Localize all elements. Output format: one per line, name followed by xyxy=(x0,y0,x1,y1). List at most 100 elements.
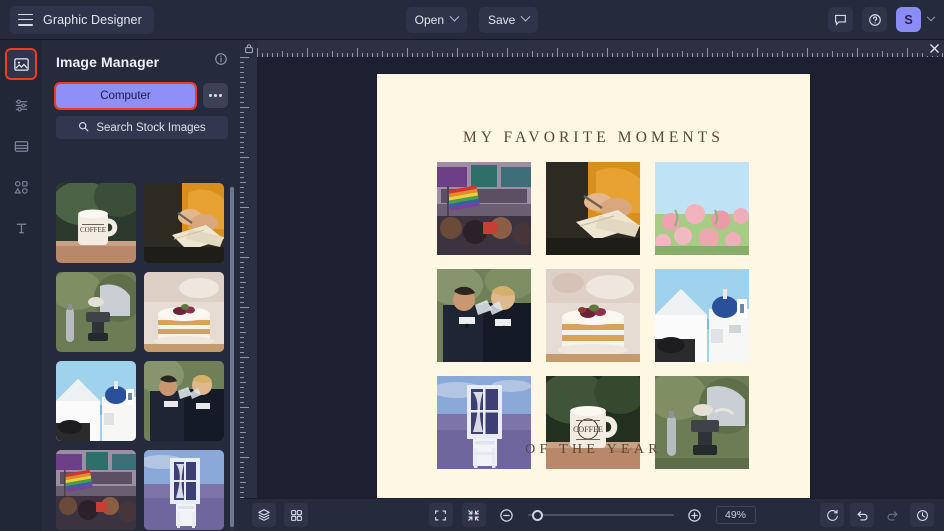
top-center-actions: Open Save xyxy=(0,7,944,33)
ruler-tick xyxy=(240,467,244,468)
comment-icon[interactable] xyxy=(828,7,853,32)
undo-icon[interactable] xyxy=(850,503,874,527)
ruler-tick xyxy=(240,417,244,418)
ruler-tick xyxy=(240,357,249,358)
ruler-tick xyxy=(240,92,244,93)
collapse-icon[interactable] xyxy=(462,503,486,527)
photo-cell[interactable] xyxy=(655,162,749,255)
ruler-tick xyxy=(240,447,244,448)
ruler-tick xyxy=(240,107,249,108)
fit-screen-icon[interactable] xyxy=(429,503,453,527)
artboard-title[interactable]: MY FAVORITE MOMENTS xyxy=(377,129,810,147)
ruler-tick xyxy=(240,482,246,483)
ruler-tick xyxy=(240,362,244,363)
avatar[interactable]: S xyxy=(896,7,921,32)
photo-cell[interactable] xyxy=(437,162,531,255)
photo-cell[interactable] xyxy=(546,162,640,255)
ruler-tick xyxy=(240,237,244,238)
ruler-tick xyxy=(907,48,908,57)
ruler-tick xyxy=(240,347,244,348)
vertical-ruler[interactable] xyxy=(240,57,257,498)
ruler-tick xyxy=(240,292,244,293)
list-item[interactable] xyxy=(144,361,224,441)
horizontal-ruler[interactable] xyxy=(257,40,944,57)
ruler-tick xyxy=(240,222,244,223)
ruler-lock-button[interactable] xyxy=(240,40,257,57)
chevron-down-icon xyxy=(450,12,460,22)
refresh-icon[interactable] xyxy=(820,503,844,527)
ruler-tick xyxy=(240,452,244,453)
slider-track xyxy=(528,514,674,516)
ruler-tick xyxy=(657,48,658,57)
ruler-tick xyxy=(240,407,249,408)
list-item[interactable] xyxy=(144,450,224,530)
canvas-stage: MY FAVORITE MOMENTS xyxy=(240,40,944,498)
more-options-icon[interactable] xyxy=(203,83,228,108)
zoom-out-icon[interactable] xyxy=(495,503,519,527)
list-item[interactable] xyxy=(144,183,224,263)
ruler-tick xyxy=(240,57,249,58)
artboard[interactable]: MY FAVORITE MOMENTS xyxy=(377,74,810,498)
sidebar-item-text[interactable] xyxy=(7,214,35,242)
close-icon[interactable] xyxy=(927,41,942,56)
info-icon[interactable] xyxy=(214,52,228,71)
ruler-tick xyxy=(240,147,244,148)
chevron-down-icon[interactable] xyxy=(927,12,935,20)
sidebar-item-shapes[interactable] xyxy=(7,173,35,201)
ruler-tick xyxy=(240,162,244,163)
zoom-in-icon[interactable] xyxy=(683,503,707,527)
ruler-tick xyxy=(240,87,244,88)
computer-button[interactable]: Computer xyxy=(56,84,195,108)
save-button[interactable]: Save xyxy=(479,7,538,33)
ruler-tick xyxy=(240,332,246,333)
canvas-viewport[interactable]: MY FAVORITE MOMENTS xyxy=(257,57,944,498)
top-right-actions: S xyxy=(828,7,934,32)
photo-cell[interactable] xyxy=(437,269,531,362)
ruler-tick xyxy=(240,252,244,253)
ruler-tick xyxy=(240,112,244,113)
ruler-tick xyxy=(240,462,244,463)
zoom-slider[interactable] xyxy=(528,509,674,521)
ruler-tick xyxy=(240,277,244,278)
ruler-tick xyxy=(240,227,244,228)
help-icon[interactable] xyxy=(862,7,887,32)
list-item[interactable] xyxy=(56,272,136,352)
ruler-tick xyxy=(240,327,244,328)
ruler-tick xyxy=(240,212,244,213)
list-item[interactable] xyxy=(56,361,136,441)
ruler-tick xyxy=(240,167,244,168)
list-item[interactable] xyxy=(144,272,224,352)
sidebar-item-templates[interactable] xyxy=(7,132,35,160)
ruler-tick xyxy=(240,442,244,443)
ruler-tick xyxy=(557,48,558,57)
sidebar-item-adjustments[interactable] xyxy=(7,91,35,119)
thumbnail-grid: COFFEE xyxy=(56,183,232,531)
ruler-tick xyxy=(307,48,308,57)
ruler-tick xyxy=(240,272,244,273)
sidebar-item-image-manager[interactable] xyxy=(7,50,35,78)
scrollbar-thumb[interactable] xyxy=(230,187,234,527)
ruler-tick xyxy=(240,192,244,193)
ruler-tick xyxy=(240,312,244,313)
open-label: Open xyxy=(415,13,444,27)
slider-handle[interactable] xyxy=(532,510,543,521)
history-icon[interactable] xyxy=(910,503,934,527)
ruler-tick xyxy=(357,48,358,57)
zoom-level-value[interactable]: 49% xyxy=(716,506,756,524)
redo-icon[interactable] xyxy=(880,503,904,527)
photo-cell[interactable] xyxy=(655,269,749,362)
photo-cell[interactable] xyxy=(546,269,640,362)
ruler-tick xyxy=(240,367,244,368)
panel-scrollbar[interactable] xyxy=(230,185,234,531)
ruler-tick xyxy=(240,152,244,153)
ruler-tick xyxy=(757,48,758,57)
ruler-tick xyxy=(240,67,244,68)
ruler-tick xyxy=(240,487,244,488)
artboard-subtitle[interactable]: OF THE YEAR xyxy=(377,442,810,458)
list-item[interactable]: COFFEE xyxy=(56,183,136,263)
ruler-tick xyxy=(240,62,244,63)
ruler-tick xyxy=(240,422,244,423)
open-button[interactable]: Open xyxy=(406,7,467,33)
list-item[interactable] xyxy=(56,450,136,530)
search-stock-images-button[interactable]: Search Stock Images xyxy=(56,116,228,139)
